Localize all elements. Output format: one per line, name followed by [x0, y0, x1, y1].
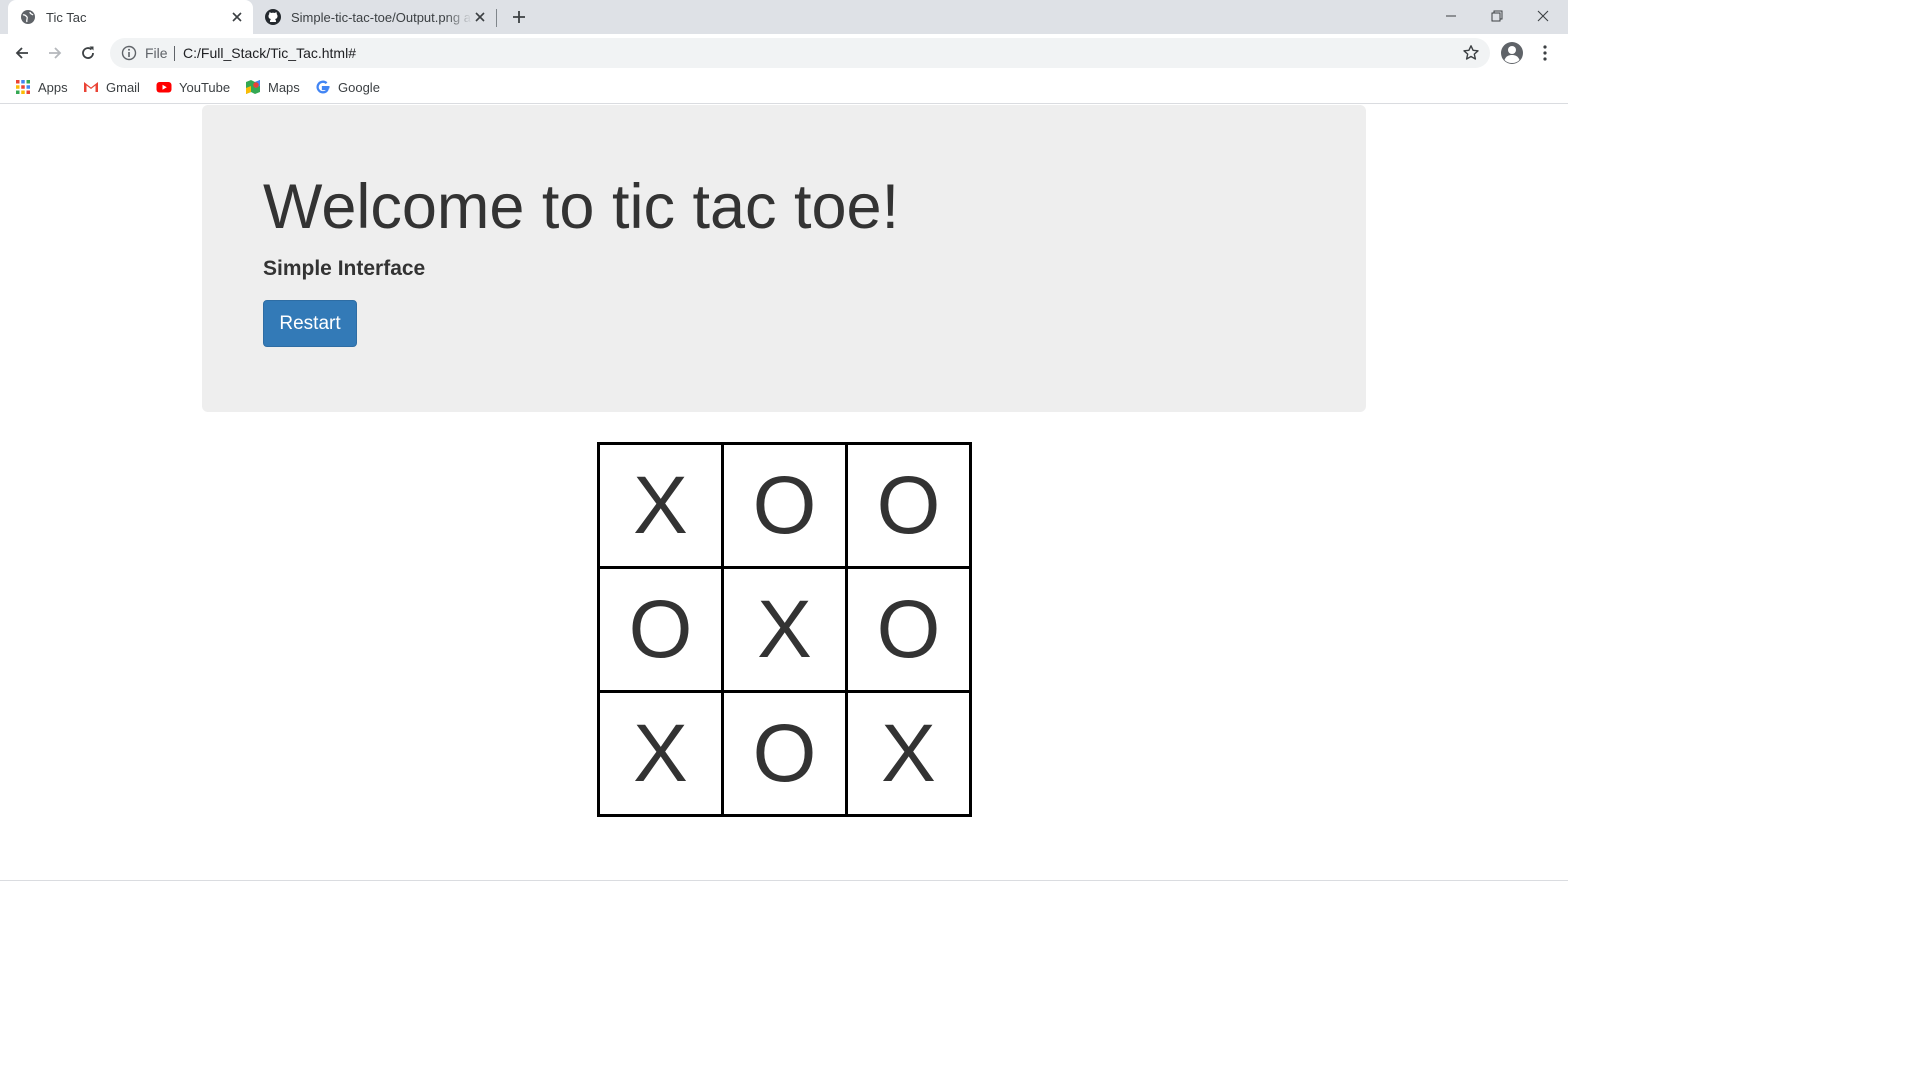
restore-icon — [1491, 10, 1503, 22]
minimize-icon — [1446, 15, 1456, 17]
board-cell-r2-c2[interactable]: X — [724, 569, 845, 690]
star-icon[interactable] — [1462, 44, 1480, 62]
bookmark-label: YouTube — [179, 79, 231, 95]
tab-tic-tac[interactable]: Tic Tac — [8, 0, 253, 34]
bookmark-label: Maps — [268, 79, 300, 95]
close-window-button[interactable] — [1520, 0, 1566, 32]
board-cell-r3-c3[interactable]: X — [848, 693, 969, 814]
jumbotron: Welcome to tic tac toe! Simple Interface… — [202, 105, 1366, 412]
kebab-menu-icon — [1543, 45, 1547, 61]
board-cell-r1-c2[interactable]: O — [724, 445, 845, 566]
bookmark-label: Gmail — [106, 79, 140, 95]
board-cell-r3-c2[interactable]: O — [724, 693, 845, 814]
address-scheme: File — [145, 45, 168, 61]
tab-separator — [496, 9, 497, 27]
address-bar[interactable]: File C:/Full_Stack/Tic_Tac.html# — [110, 38, 1490, 68]
tab-github[interactable]: Simple-tic-tac-toe/Output.png at — [253, 0, 496, 34]
back-button[interactable] — [10, 41, 34, 65]
profile-avatar-icon[interactable] — [1500, 41, 1524, 65]
board-cell-r2-c1[interactable]: O — [600, 569, 721, 690]
arrow-left-icon — [15, 47, 28, 59]
github-icon — [265, 9, 281, 25]
board-cell-r1-c1[interactable]: X — [600, 445, 721, 566]
minimize-button[interactable] — [1428, 0, 1474, 32]
bookmark-gmail[interactable]: Gmail — [83, 78, 140, 96]
gmail-icon — [84, 82, 98, 92]
bookmark-maps[interactable]: Maps — [245, 78, 300, 96]
menu-button[interactable] — [1537, 41, 1553, 65]
reload-button[interactable] — [76, 41, 100, 65]
page-title: Welcome to tic tac toe! — [263, 172, 900, 242]
bookmark-label: Apps — [38, 79, 68, 95]
browser-toolbar: File C:/Full_Stack/Tic_Tac.html# — [0, 34, 1568, 72]
bookmark-label: Google — [338, 79, 380, 95]
bookmark-youtube[interactable]: YouTube — [156, 78, 230, 96]
game-board: X O O O X O X O X — [597, 442, 972, 817]
youtube-icon — [156, 82, 172, 93]
restore-button[interactable] — [1474, 0, 1520, 32]
new-tab-button[interactable] — [508, 6, 530, 28]
address-url[interactable]: C:/Full_Stack/Tic_Tac.html# — [183, 45, 356, 61]
tab-strip: Tic Tac Simple-tic-tac-toe/Output.png at — [0, 0, 1568, 34]
apps-grid-icon — [16, 80, 30, 94]
maps-icon — [246, 80, 260, 94]
arrow-right-icon — [49, 47, 62, 59]
plus-icon — [513, 11, 525, 23]
info-icon[interactable] — [121, 45, 137, 61]
page-subtitle: Simple Interface — [263, 257, 426, 280]
tab-title: Simple-tic-tac-toe/Output.png at — [291, 9, 472, 25]
restart-button[interactable]: Restart — [263, 300, 357, 347]
close-icon[interactable] — [472, 9, 488, 25]
forward-button[interactable] — [43, 41, 67, 65]
board-cell-r1-c3[interactable]: O — [848, 445, 969, 566]
close-icon — [1537, 10, 1549, 22]
board-cell-r2-c3[interactable]: O — [848, 569, 969, 690]
tab-title: Tic Tac — [46, 9, 87, 25]
window-bottom-edge — [0, 880, 1568, 881]
bookmark-apps[interactable]: Apps — [15, 78, 68, 96]
close-icon[interactable] — [229, 9, 245, 25]
google-icon — [316, 80, 330, 94]
board-cell-r3-c1[interactable]: X — [600, 693, 721, 814]
bookmarks-bar: Apps Gmail YouTube Maps Google — [0, 72, 1568, 104]
address-divider — [174, 46, 175, 61]
globe-icon — [21, 10, 35, 24]
bookmark-google[interactable]: Google — [315, 78, 380, 96]
reload-icon — [82, 46, 94, 59]
